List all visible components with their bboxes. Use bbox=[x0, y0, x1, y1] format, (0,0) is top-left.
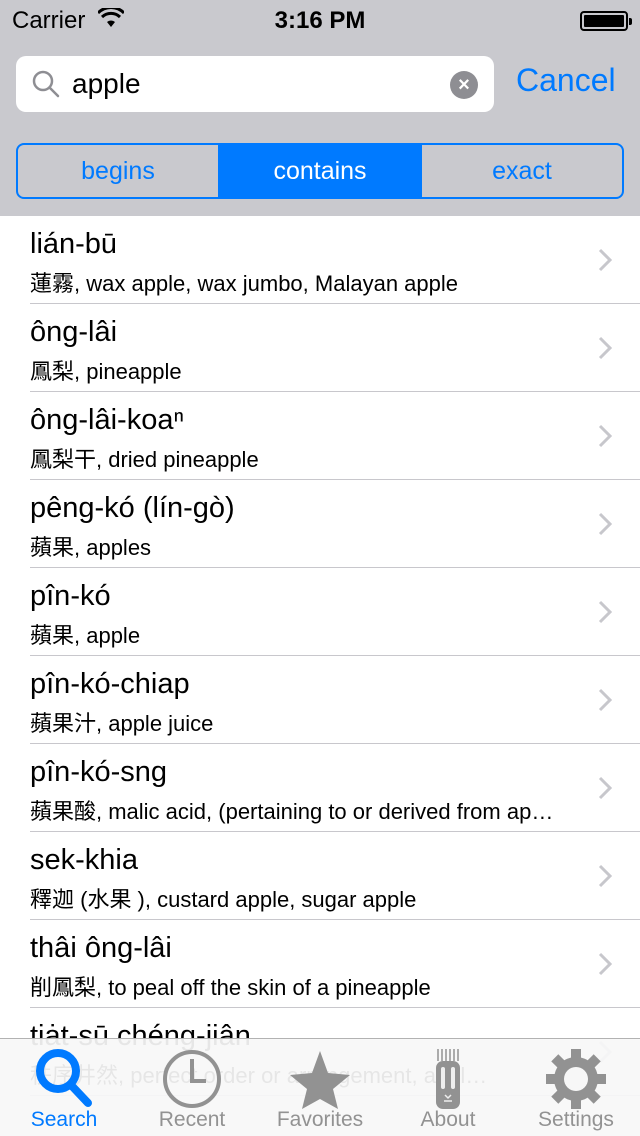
result-title: thâi ông-lâi bbox=[30, 932, 172, 964]
chevron-right-icon bbox=[598, 952, 612, 976]
tab-recent[interactable]: Recent bbox=[128, 1039, 256, 1136]
tab-label: Recent bbox=[158, 1108, 226, 1131]
result-title: sek-khia bbox=[30, 844, 138, 876]
tab-bar: Search Recent Favorites About Settings bbox=[0, 1038, 640, 1136]
segment-begins[interactable]: begins bbox=[18, 145, 218, 197]
result-title: lián-bū bbox=[30, 228, 118, 260]
clear-icon[interactable]: × bbox=[450, 71, 478, 99]
result-subtitle: 蘋果酸, malic acid, (pertaining to or deriv… bbox=[30, 799, 560, 824]
status-bar: Carrier 3:16 PM bbox=[0, 0, 640, 40]
tab-search[interactable]: Search bbox=[0, 1039, 128, 1136]
chevron-right-icon bbox=[598, 248, 612, 272]
chevron-right-icon bbox=[598, 512, 612, 536]
chevron-right-icon bbox=[598, 336, 612, 360]
result-subtitle: 蘋果, apples bbox=[30, 535, 152, 560]
result-row[interactable]: pîn-kó 蘋果, apple bbox=[0, 568, 640, 656]
tab-label: About bbox=[420, 1108, 476, 1131]
match-mode-segmented-control: begins contains exact bbox=[16, 143, 624, 199]
search-field[interactable]: × bbox=[16, 56, 494, 112]
result-row[interactable]: pêng-kó (lín-gò) 蘋果, apples bbox=[0, 480, 640, 568]
result-title: pêng-kó (lín-gò) bbox=[30, 492, 235, 524]
chevron-right-icon bbox=[598, 776, 612, 800]
chevron-right-icon bbox=[598, 688, 612, 712]
star-icon bbox=[290, 1051, 350, 1109]
tab-label: Settings bbox=[538, 1108, 614, 1131]
result-row[interactable]: sek-khia 釋迦 (水果 ), custard apple, sugar a… bbox=[0, 832, 640, 920]
result-subtitle: 蘋果, apple bbox=[30, 623, 141, 648]
result-row[interactable]: ông-lâi-koaⁿ 鳳梨干, dried pineapple bbox=[0, 392, 640, 480]
chevron-right-icon bbox=[598, 864, 612, 888]
tiki-icon bbox=[436, 1049, 460, 1109]
result-subtitle: 蘋果汁, apple juice bbox=[30, 711, 214, 736]
result-title: ông-lâi bbox=[30, 316, 118, 348]
cancel-button[interactable]: Cancel bbox=[516, 62, 616, 99]
clock-icon bbox=[163, 1050, 221, 1108]
result-title: pîn-kó-chiap bbox=[30, 668, 190, 700]
result-row[interactable]: pîn-kó-sng 蘋果酸, malic acid, (pertaining t… bbox=[0, 744, 640, 832]
chevron-right-icon bbox=[598, 424, 612, 448]
result-title: pîn-kó bbox=[30, 580, 111, 612]
results-list: lián-bū 蓮霧, wax apple, wax jumbo, Malayan… bbox=[0, 216, 640, 1096]
battery-icon bbox=[580, 11, 632, 31]
result-subtitle: 鳳梨, pineapple bbox=[30, 359, 182, 384]
clock: 3:16 PM bbox=[274, 7, 366, 34]
result-row[interactable]: lián-bū 蓮霧, wax apple, wax jumbo, Malayan… bbox=[0, 216, 640, 304]
result-subtitle: 削鳳梨, to peal off the skin of a pineapple bbox=[30, 975, 431, 1000]
segment-exact[interactable]: exact bbox=[420, 145, 622, 197]
result-subtitle: 蓮霧, wax apple, wax jumbo, Malayan apple bbox=[30, 271, 458, 296]
search-input[interactable] bbox=[72, 64, 442, 104]
result-subtitle: 鳳梨干, dried pineapple bbox=[30, 447, 259, 472]
tab-about[interactable]: About bbox=[384, 1039, 512, 1136]
result-title: ông-lâi-koaⁿ bbox=[30, 404, 185, 436]
result-row[interactable]: pîn-kó-chiap 蘋果汁, apple juice bbox=[0, 656, 640, 744]
tab-settings[interactable]: Settings bbox=[512, 1039, 640, 1136]
gear-icon bbox=[544, 1047, 608, 1111]
tab-favorites[interactable]: Favorites bbox=[256, 1039, 384, 1136]
tab-label: Search bbox=[30, 1108, 98, 1131]
result-row[interactable]: ông-lâi 鳳梨, pineapple bbox=[0, 304, 640, 392]
magnifier-icon bbox=[32, 70, 60, 98]
tab-label: Favorites bbox=[276, 1108, 364, 1131]
segment-contains[interactable]: contains bbox=[218, 145, 420, 197]
result-title: pîn-kó-sng bbox=[30, 756, 168, 788]
chevron-right-icon bbox=[598, 600, 612, 624]
search-icon bbox=[36, 1049, 92, 1107]
result-subtitle: 釋迦 (水果 ), custard apple, sugar apple bbox=[30, 887, 417, 912]
result-row[interactable]: thâi ông-lâi 削鳳梨, to peal off the skin of… bbox=[0, 920, 640, 1008]
search-area: × Cancel begins contains exact bbox=[0, 40, 640, 216]
